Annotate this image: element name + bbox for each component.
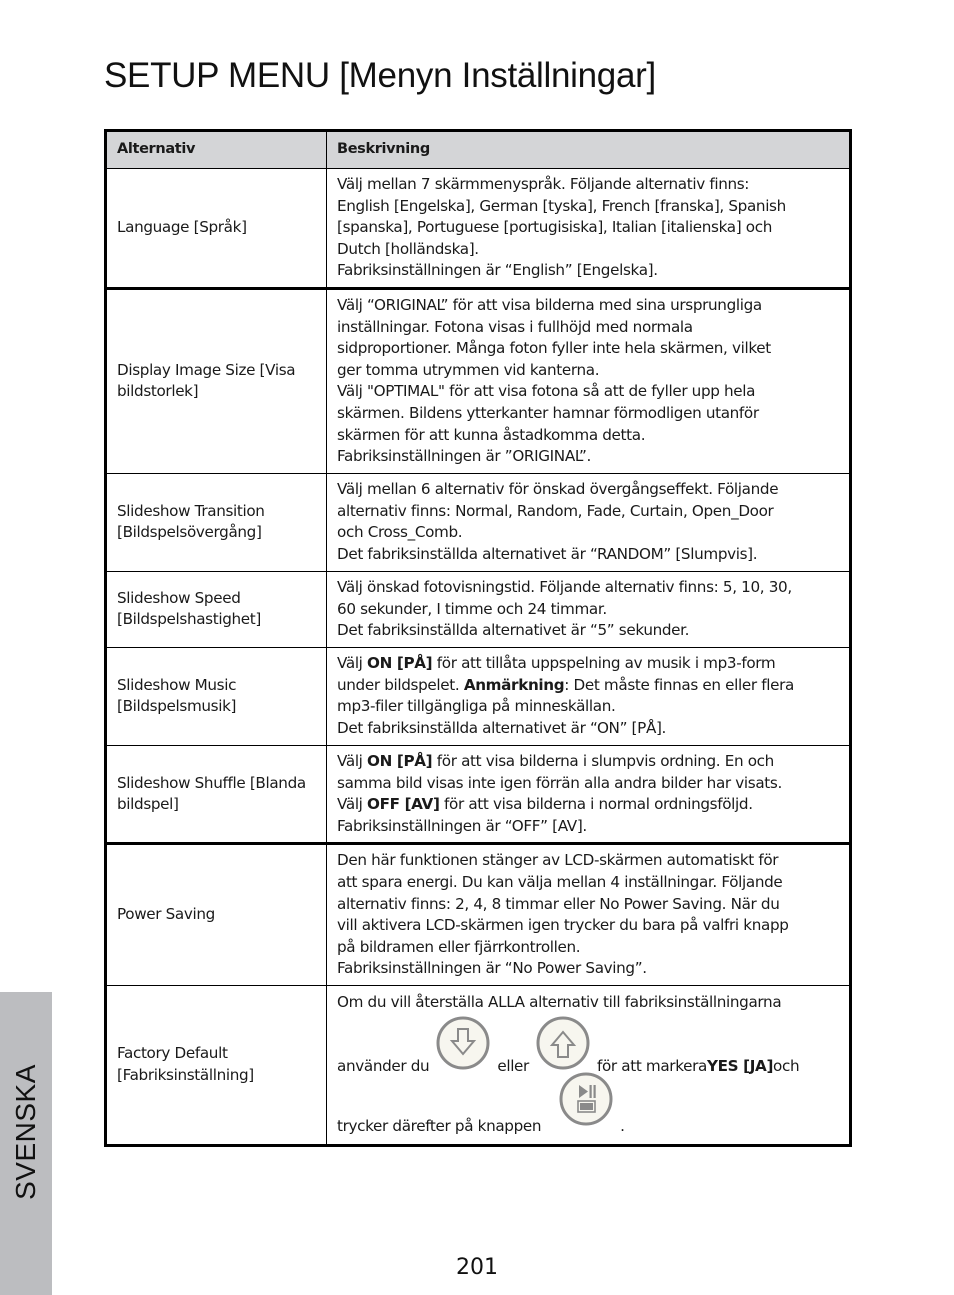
option-slideshow-music: Slideshow Music [Bildspelsmusik]: [105, 646, 327, 746]
option-language: Language [Språk]: [105, 168, 327, 289]
desc-line: skärmen för att kunna åstadkomma detta.: [337, 425, 646, 444]
desc-line: under bildspelet. Anmärkning: Det måste …: [337, 675, 839, 697]
text: : Det måste finnas en eller flera: [564, 675, 794, 694]
desc-line: mp3-filer tillgängliga på minneskällan.: [337, 697, 616, 716]
bold-text: Anmärkning: [463, 675, 565, 694]
text: Välj: [337, 751, 368, 770]
desc-line: Välj OFF [AV] för att visa bilderna i no…: [337, 794, 839, 816]
desc-line: English [Engelska], German [tyska], Fren…: [337, 196, 786, 215]
text: .: [620, 1117, 625, 1136]
bold-text: ON [PÅ]: [367, 654, 433, 673]
desc-line: Fabriksinställningen är “OFF” [AV].: [337, 816, 587, 835]
text: Välj: [337, 654, 368, 673]
bold-text: ON [PÅ]: [367, 751, 433, 770]
up-arrow-button-icon: [536, 1016, 590, 1070]
desc-line: ger tomma utrymmen vid kanterna.: [337, 360, 600, 379]
text: Välj: [337, 795, 368, 814]
option-slideshow-transition: Slideshow Transition [Bildspelsövergång]: [105, 472, 327, 572]
down-arrow-button-icon: [436, 1016, 490, 1070]
text: för att visa bilderna i normal ordningsf…: [439, 795, 753, 814]
desc-line: trycker därefter på knappen .: [337, 1072, 839, 1138]
desc-line: Det fabriksinställda alternativet är “ON…: [337, 719, 667, 738]
desc-line: Fabriksinställningen är “English” [Engel…: [337, 261, 658, 280]
text: trycker därefter på knappen: [337, 1117, 542, 1136]
option-display-image-size: Display Image Size [Visa bildstorlek]: [105, 286, 327, 474]
desc-line: skärmen. Bildens ytterkanter hamnar förm…: [337, 404, 759, 423]
table-row: Display Image Size [Visa bildstorlek] Vä…: [105, 286, 851, 474]
desc-line: att spara energi. Du kan välja mellan 4 …: [337, 872, 783, 891]
option-factory-default: Factory Default [Fabriksinställning]: [105, 984, 327, 1146]
desc-line: Dutch [holländska].: [337, 239, 479, 258]
language-side-tab: SVENSKA: [0, 992, 52, 1295]
desc-line: Fabriksinställningen är “No Power Saving…: [337, 959, 647, 978]
text: och: [773, 1057, 800, 1076]
desc-line: Välj önskad fotovisningstid. Följande al…: [337, 578, 792, 597]
desc-line: alternativ finns: 2, 4, 8 timmar eller N…: [337, 894, 780, 913]
setup-menu-table: Alternativ Beskrivning Language [Språk] …: [104, 129, 852, 1147]
desc-line: sidproportioner. Många foton fyller inte…: [337, 339, 771, 358]
desc-line: Det fabriksinställda alternativet är “RA…: [337, 545, 758, 564]
desc-line: 60 sekunder, I timme och 24 timmar.: [337, 599, 607, 618]
page-title: SETUP MENU [Menyn Inställningar]: [104, 56, 656, 95]
side-tab-label: SVENSKA: [10, 1064, 41, 1200]
table-row: Slideshow Shuffle [Blanda bildspel] Välj…: [105, 744, 851, 845]
text: eller: [497, 1057, 529, 1076]
desc-line: Om du vill återställa ALLA alternativ ti…: [337, 993, 782, 1012]
text: för att markera: [596, 1057, 707, 1076]
header-option: Alternativ: [105, 130, 327, 169]
description-factory-default: Om du vill återställa ALLA alternativ ti…: [326, 984, 851, 1146]
desc-line: Fabriksinställningen är ”ORIGINAL”.: [337, 447, 591, 466]
desc-line: Välj “ORIGINAL” för att visa bilderna me…: [337, 296, 762, 315]
desc-line: inställningar. Fotona visas i fullhöjd m…: [337, 317, 693, 336]
bold-text: YES [JA]: [706, 1057, 774, 1076]
table-row: Power Saving Den här funktionen stänger …: [105, 842, 851, 986]
table-header-row: Alternativ Beskrivning: [105, 130, 851, 169]
desc-line: Det fabriksinställda alternativet är “5”…: [337, 621, 690, 640]
desc-line: Välj mellan 7 skärmmenyspråk. Följande a…: [337, 175, 750, 193]
description-power-saving: Den här funktionen stänger av LCD-skärme…: [326, 842, 851, 986]
description-language: Välj mellan 7 skärmmenyspråk. Följande a…: [326, 168, 851, 289]
header-description: Beskrivning: [326, 130, 851, 169]
description-slideshow-transition: Välj mellan 6 alternativ för önskad över…: [326, 472, 851, 572]
play-pause-enter-button-icon: [559, 1072, 613, 1126]
table-row: Language [Språk] Välj mellan 7 skärmmeny…: [105, 168, 851, 289]
desc-line: samma bild visas inte igen förrän alla a…: [337, 773, 782, 792]
text: under bildspelet.: [337, 675, 464, 694]
desc-line: Den här funktionen stänger av LCD-skärme…: [337, 851, 779, 870]
option-slideshow-speed: Slideshow Speed [Bildspelshastighet]: [105, 570, 327, 648]
desc-line: på bildramen eller fjärrkontrollen.: [337, 937, 581, 956]
table-row: Slideshow Music [Bildspelsmusik] Välj ON…: [105, 646, 851, 746]
description-slideshow-speed: Välj önskad fotovisningstid. Följande al…: [326, 570, 851, 648]
desc-line: och Cross_Comb.: [337, 523, 463, 542]
desc-line: alternativ finns: Normal, Random, Fade, …: [337, 501, 774, 520]
desc-line: [spanska], Portuguese [portugisiska], It…: [337, 218, 772, 237]
bold-text: OFF [AV]: [367, 795, 440, 814]
desc-line: vill aktivera LCD-skärmen igen trycker d…: [337, 916, 789, 935]
description-slideshow-shuffle: Välj ON [PÅ] för att visa bilderna i slu…: [326, 744, 851, 845]
desc-line: Välj ON [PÅ] för att visa bilderna i slu…: [337, 751, 839, 773]
desc-line: använder du eller för att markera YES [J…: [337, 1014, 839, 1078]
description-display-image-size: Välj “ORIGINAL” för att visa bilderna me…: [326, 286, 851, 474]
table-row: Factory Default [Fabriksinställning] Om …: [105, 984, 851, 1146]
table-row: Slideshow Transition [Bildspelsövergång]…: [105, 472, 851, 572]
text: använder du: [337, 1057, 430, 1076]
desc-line: Välj mellan 6 alternativ för önskad över…: [337, 480, 779, 499]
desc-line: Välj "OPTIMAL" för att visa fotona så at…: [337, 382, 756, 401]
text: för att visa bilderna i slumpvis ordning…: [432, 751, 775, 770]
desc-line: Välj ON [PÅ] för att tillåta uppspelning…: [337, 653, 839, 675]
page-number: 201: [456, 1255, 498, 1280]
text: för att tillåta uppspelning av musik i m…: [432, 654, 776, 673]
option-slideshow-shuffle: Slideshow Shuffle [Blanda bildspel]: [105, 744, 327, 845]
table-row: Slideshow Speed [Bildspelshastighet] Väl…: [105, 570, 851, 648]
option-power-saving: Power Saving: [105, 842, 327, 986]
description-slideshow-music: Välj ON [PÅ] för att tillåta uppspelning…: [326, 646, 851, 746]
